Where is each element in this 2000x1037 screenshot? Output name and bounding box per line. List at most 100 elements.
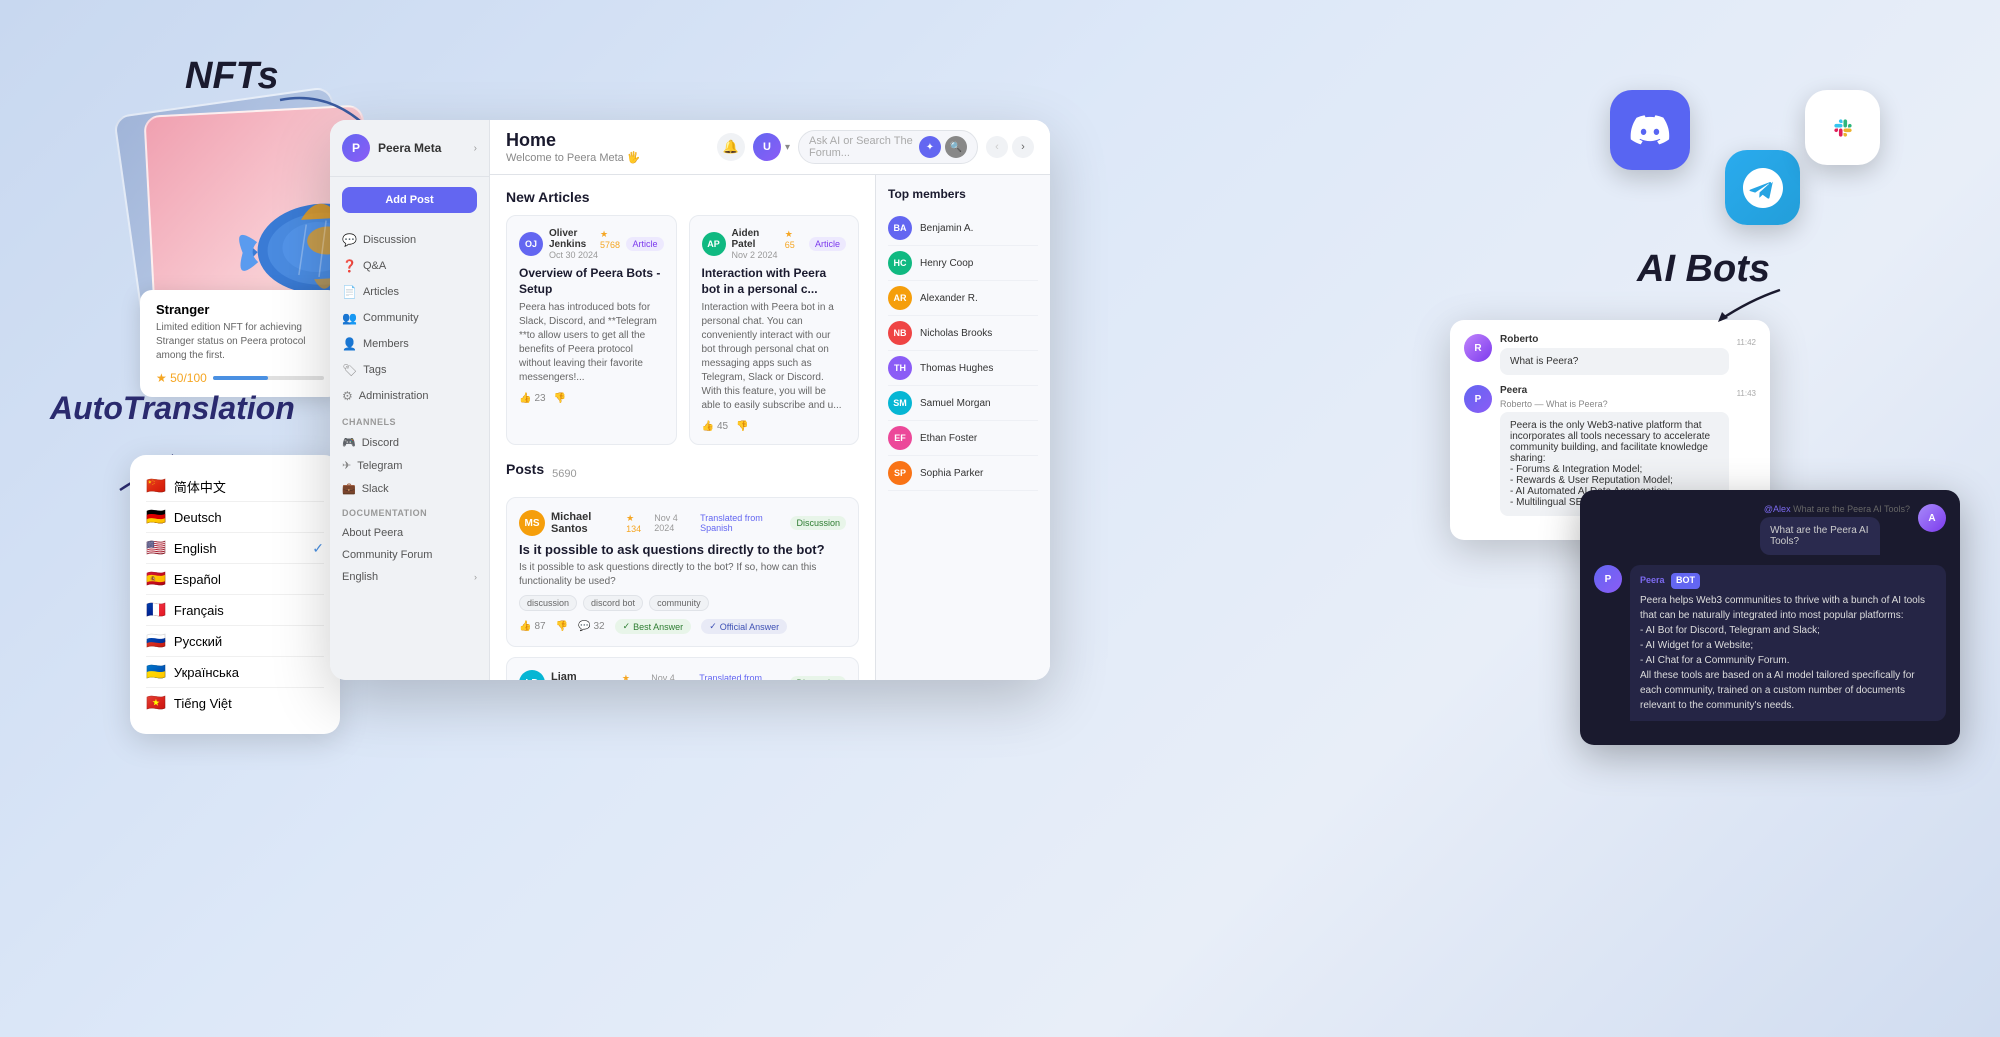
post-1-tag-discussion[interactable]: discussion (519, 595, 577, 611)
chat-2-bot-response-text: Peera helps Web3 communities to thrive w… (1640, 593, 1936, 713)
chat-2-user-mention: @Alex (1764, 504, 1791, 514)
post-1-tag-community[interactable]: community (649, 595, 709, 611)
member-item-5[interactable]: TH Thomas Hughes (888, 351, 1038, 386)
progress-bar (213, 376, 324, 380)
sidebar-doc-english-label: English (342, 571, 378, 583)
sidebar-logo: P (342, 134, 370, 162)
article-2-date: Nov 2 2024 (732, 250, 803, 260)
post-1-tag: Discussion (790, 516, 846, 530)
sidebar-item-qa-label: Q&A (363, 260, 386, 272)
sidebar-channel-discord[interactable]: 🎮 Discord (330, 431, 489, 454)
translation-card: 🇨🇳 简体中文 🇩🇪 Deutsch 🇺🇸 English ✓ 🇪🇸 Españ… (130, 455, 340, 734)
member-item-1[interactable]: BA Benjamin A. (888, 211, 1038, 246)
lang-item-german[interactable]: 🇩🇪 Deutsch (146, 502, 324, 533)
member-item-6[interactable]: SM Samuel Morgan (888, 386, 1038, 421)
article-2-desc: Interaction with Peera bot in a personal… (702, 301, 847, 413)
article-1-desc: Peera has introduced bots for Slack, Dis… (519, 301, 664, 385)
post-1-dislike-button[interactable]: 👎 (556, 621, 568, 632)
member-item-4[interactable]: NB Nicholas Brooks (888, 316, 1038, 351)
sidebar-doc-english[interactable]: English › (330, 566, 489, 588)
sidebar-item-administration[interactable]: ⚙ Administration (330, 383, 489, 409)
chat-2-bot-bubble: P Peera BOT Peera helps Web3 communities… (1594, 565, 1946, 721)
chat-2-bot-message: Peera BOT Peera helps Web3 communities t… (1630, 565, 1946, 721)
ai-chat-window-2: @Alex What are the Peera AI Tools? What … (1580, 490, 1960, 745)
chat-1-user-content: Roberto What is Peera? (1500, 334, 1729, 375)
article-1-dislike-button[interactable]: 👎 (554, 393, 566, 404)
lang-name-ukrainian: Українська (174, 665, 324, 680)
sidebar-item-articles[interactable]: 📄 Articles (330, 279, 489, 305)
search-button[interactable]: 🔍 (945, 136, 967, 158)
chat-1-bot-name: Peera (1500, 385, 1729, 396)
telegram-app-icon (1725, 150, 1800, 225)
sidebar-item-discussion[interactable]: 💬 Discussion (330, 227, 489, 253)
chat-1-user-name: Roberto (1500, 334, 1729, 345)
nav-next-button[interactable]: › (1012, 136, 1034, 158)
post-1-comment-button[interactable]: 💬 32 (578, 621, 605, 632)
lang-name-french: Français (174, 603, 324, 618)
search-bar[interactable]: Ask AI or Search The Forum... ✦ 🔍 (798, 130, 978, 164)
lang-item-french[interactable]: 🇫🇷 Français (146, 595, 324, 626)
sidebar-nav: 💬 Discussion ❓ Q&A 📄 Articles 👥 Communit… (330, 223, 489, 680)
member-item-3[interactable]: AR Alexander R. (888, 281, 1038, 316)
sidebar-item-community[interactable]: 👥 Community (330, 305, 489, 331)
sidebar-item-members[interactable]: 👤 Members (330, 331, 489, 357)
members-icon: 👤 (342, 337, 357, 351)
lang-item-vietnamese[interactable]: 🇻🇳 Tiếng Việt (146, 688, 324, 718)
member-item-7[interactable]: EF Ethan Foster (888, 421, 1038, 456)
lang-item-spanish[interactable]: 🇪🇸 Español (146, 564, 324, 595)
member-5-name: Thomas Hughes (920, 363, 993, 374)
autotranslation-label: AutoTranslation (50, 390, 295, 427)
post-1-date: Nov 4 2024 (654, 513, 694, 533)
post-1-like-button[interactable]: 👍 87 (519, 621, 546, 632)
article-2-like-button[interactable]: 👍 45 (702, 421, 729, 432)
lang-flag-english: 🇺🇸 (146, 538, 166, 558)
badge-star: ★ 50/100 (156, 371, 207, 385)
post-1-tag-discordbot[interactable]: discord bot (583, 595, 643, 611)
article-2-dislike-button[interactable]: 👎 (736, 421, 748, 432)
article-1-author: Oliver Jenkins (549, 228, 595, 250)
lang-item-ukrainian[interactable]: 🇺🇦 Українська (146, 657, 324, 688)
sidebar-channel-slack-label: Slack (362, 483, 389, 495)
ai-search-button[interactable]: ✦ (919, 136, 941, 158)
chat-1-bot-ref: Roberto — What is Peera? (1500, 399, 1729, 409)
user-avatar: U (753, 133, 781, 161)
user-avatar-group[interactable]: U ▾ (753, 133, 790, 161)
lang-name-german: Deutsch (174, 510, 324, 525)
sidebar-item-qa[interactable]: ❓ Q&A (330, 253, 489, 279)
badge-progress: ★ 50/100 (156, 371, 324, 385)
notification-bell-button[interactable]: 🔔 (717, 133, 745, 161)
sidebar-item-members-label: Members (363, 338, 409, 350)
sidebar-item-tags-label: Tags (363, 364, 386, 376)
post-2-date: Nov 4 2024 (651, 673, 693, 680)
discord-channel-icon: 🎮 (342, 436, 356, 449)
new-articles-title: New Articles (506, 189, 859, 205)
member-item-2[interactable]: HC Henry Coop (888, 246, 1038, 281)
article-2-meta: AP Aiden Patel ★ 65 Nov 2 2024 Article (702, 228, 847, 260)
post-1-best-answer-badge: ✓ Best Answer (615, 619, 692, 634)
posts-title: Posts (506, 461, 544, 477)
lang-item-english[interactable]: 🇺🇸 English ✓ (146, 533, 324, 564)
aibots-arrow (1710, 270, 1790, 330)
lang-item-russian[interactable]: 🇷🇺 Русский (146, 626, 324, 657)
sidebar-channel-slack[interactable]: 💼 Slack (330, 477, 489, 500)
sidebar-doc-about[interactable]: About Peera (330, 522, 489, 544)
article-1-tag: Article (626, 237, 663, 251)
member-item-8[interactable]: SP Sophia Parker (888, 456, 1038, 491)
sidebar-chevron-icon: › (474, 143, 477, 154)
lang-name-english: English (174, 541, 304, 556)
nav-prev-button[interactable]: ‹ (986, 136, 1008, 158)
article-1-date: Oct 30 2024 (549, 250, 620, 260)
lang-name-vietnamese: Tiếng Việt (174, 696, 324, 711)
article-1-like-button[interactable]: 👍 23 (519, 393, 546, 404)
lang-name-chinese: 简体中文 (174, 477, 324, 496)
add-post-button[interactable]: Add Post (342, 187, 477, 213)
chat-2-user-avatar: A (1918, 504, 1946, 532)
lang-name-russian: Русский (174, 634, 324, 649)
main-body: New Articles OJ Oliver Jenkins ★ 5768 Oc… (490, 175, 1050, 680)
sidebar-channel-telegram[interactable]: ✈ Telegram (330, 454, 489, 477)
article-1-points: ★ 5768 (600, 229, 621, 250)
sidebar-doc-forum[interactable]: Community Forum (330, 544, 489, 566)
member-7-avatar: EF (888, 426, 912, 450)
sidebar-item-tags[interactable]: 🏷 Tags (330, 357, 489, 383)
lang-item-chinese[interactable]: 🇨🇳 简体中文 (146, 471, 324, 502)
